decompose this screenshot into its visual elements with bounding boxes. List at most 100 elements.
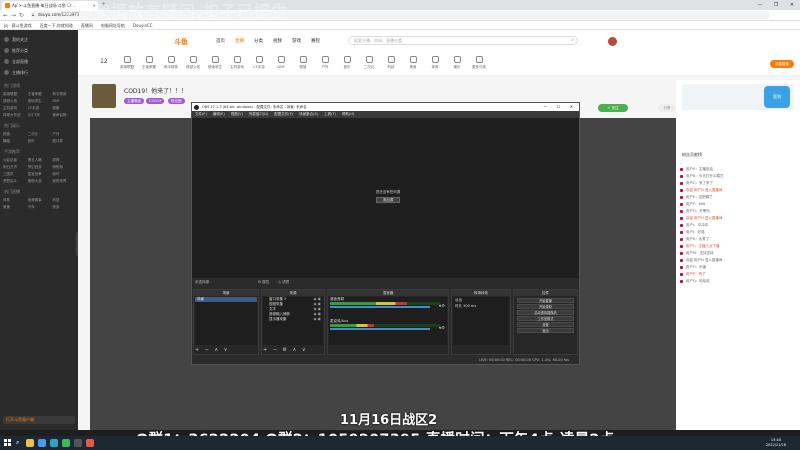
category-item[interactable]: 体育: [426, 56, 444, 70]
bookmark-item[interactable]: 百度一下,你就知道: [40, 21, 73, 29]
nav-link[interactable]: 游戏: [292, 38, 301, 44]
sidebar-item[interactable]: 主播排行: [0, 67, 78, 78]
maximize-button[interactable]: ❐: [768, 0, 784, 10]
rank-tab[interactable]: 粉丝贡献榜: [682, 152, 702, 158]
edge-icon[interactable]: [50, 439, 58, 447]
back-icon[interactable]: ←: [3, 11, 8, 20]
sidebar-category-link[interactable]: 二次元: [28, 131, 51, 137]
category-item[interactable]: 主机游戏: [228, 56, 246, 70]
category-item[interactable]: CF手游: [250, 56, 268, 70]
obs-menu-item[interactable]: 编辑(E): [213, 111, 225, 118]
obs-icon[interactable]: [74, 439, 82, 447]
speaker-icon[interactable]: 🔊︎⚙: [439, 325, 445, 330]
system-clock[interactable]: 15:40 2022/11/16: [766, 438, 786, 448]
virtual-camera-button[interactable]: 启动虚拟摄像机: [517, 310, 574, 315]
bookmark-item[interactable]: 直播间: [81, 21, 93, 29]
sidebar-category-link[interactable]: 使命召唤: [52, 112, 75, 118]
search-icon[interactable]: ⌕: [16, 439, 19, 447]
close-tab-icon[interactable]: ✕: [93, 1, 96, 10]
obs-menu-item[interactable]: 帮助(H): [342, 111, 354, 118]
nav-link[interactable]: 赛程: [311, 38, 320, 44]
category-item[interactable]: 颜值: [294, 56, 312, 70]
sidebar-item[interactable]: 推荐分类: [0, 45, 78, 56]
studio-mode-button[interactable]: 工作室模式: [517, 316, 574, 321]
browser-tab[interactable]: Ap'>-斗鱼直播-每日战场 斗鱼 Cr... ✕: [2, 1, 98, 10]
sidebar-category-link[interactable]: 舞蹈: [3, 138, 26, 144]
start-recording-button[interactable]: 开始录制: [517, 304, 574, 309]
sidebar-category-link[interactable]: 梦幻西游: [28, 164, 51, 170]
sidebar-category-link[interactable]: 第五人格: [28, 157, 51, 163]
sidebar-category-link[interactable]: QQ飞车: [28, 112, 51, 118]
sidebar-category-link[interactable]: 球球大作战: [3, 112, 26, 118]
wechat-icon[interactable]: [62, 439, 70, 447]
share-button[interactable]: 分享: [658, 104, 676, 112]
douyu-logo[interactable]: 斗鱼: [174, 37, 188, 47]
sidebar-category-link[interactable]: 阴阳师: [52, 164, 75, 170]
file-explorer-icon[interactable]: [26, 439, 34, 447]
sidebar-category-link[interactable]: 绝地求生: [28, 98, 51, 104]
reload-icon[interactable]: ↻: [19, 11, 24, 20]
sidebar-category-link[interactable]: 我的世界: [52, 178, 75, 184]
obs-menu-item[interactable]: 配置文件(P): [274, 111, 293, 118]
properties-button[interactable]: ⚙ 属性: [258, 278, 269, 287]
category-item[interactable]: 美食: [404, 56, 422, 70]
filters-button[interactable]: ◎ 滤镜: [278, 278, 289, 287]
new-tab-button[interactable]: +: [101, 1, 106, 8]
bookmark-item[interactable]: DouyinCC: [133, 21, 153, 29]
room-tag[interactable]: 粉丝团: [168, 98, 185, 104]
nav-link-active[interactable]: 直播: [235, 38, 244, 44]
category-item[interactable]: 娱乐: [448, 56, 466, 70]
obs-menu-item[interactable]: 视图(V): [231, 111, 243, 118]
sidebar-category-link[interactable]: 旅游: [52, 204, 75, 210]
room-tag[interactable]: COD19: [146, 98, 165, 104]
user-avatar[interactable]: [608, 37, 617, 46]
open-client-button[interactable]: 打开斗鱼客户端: [3, 416, 75, 424]
streamer-avatar[interactable]: [92, 84, 116, 108]
forward-icon[interactable]: →: [11, 11, 16, 20]
sidebar-category-link[interactable]: 颜值: [3, 131, 26, 137]
sidebar-category-link[interactable]: DNF: [52, 98, 75, 104]
douyu-search-input[interactable]: 搜索主播、房间、直播分类 ⌕: [348, 36, 578, 45]
category-item[interactable]: DNF: [272, 56, 290, 69]
category-item[interactable]: 英雄联盟: [118, 56, 136, 70]
sidebar-category-link[interactable]: 脱口秀: [52, 138, 75, 144]
category-item[interactable]: 科技: [382, 56, 400, 70]
obs-menu-item[interactable]: 场景集合(S): [299, 111, 318, 118]
follow-button[interactable]: + 关注: [598, 104, 628, 112]
sidebar-category-link[interactable]: 穿越火线: [3, 98, 26, 104]
speaker-icon[interactable]: 🔊︎⚙: [439, 303, 445, 308]
sidebar-category-link[interactable]: 植物大战: [28, 178, 51, 184]
volume-slider[interactable]: [330, 306, 430, 308]
start-live-button[interactable]: 我要直播: [770, 60, 794, 68]
sidebar-category-link[interactable]: 魔兽: [52, 105, 75, 111]
activity-banner[interactable]: 签到: [682, 84, 794, 110]
start-button[interactable]: [4, 439, 11, 446]
scenes-footer-buttons[interactable]: + − ∧ ∨: [195, 347, 229, 353]
exit-button[interactable]: 退出: [517, 328, 574, 333]
sidebar-category-link[interactable]: 音乐: [28, 138, 51, 144]
sidebar-item[interactable]: 我的关注: [0, 34, 78, 45]
search-icon[interactable]: ⌕: [571, 37, 574, 44]
obs-preview[interactable]: 您还没有任何源 添加源: [192, 118, 579, 278]
sidebar-category-link[interactable]: 汽车: [28, 204, 51, 210]
category-item[interactable]: 二次元: [360, 56, 378, 70]
checkin-badge[interactable]: 签到: [764, 86, 790, 108]
sidebar-category-link[interactable]: 和平精英: [52, 91, 75, 97]
category-item[interactable]: 音乐: [338, 56, 356, 70]
sidebar-category-link[interactable]: 皇室战争: [28, 171, 51, 177]
sidebar-category-link[interactable]: 荒野乱斗: [3, 178, 26, 184]
obs-menu-item[interactable]: 停靠窗口(D): [249, 111, 268, 118]
volume-slider[interactable]: [330, 328, 430, 330]
nav-link[interactable]: 视频: [273, 38, 282, 44]
source-item[interactable]: 显示器采集: [263, 317, 323, 322]
nav-link[interactable]: 分类: [254, 38, 263, 44]
chrome-icon[interactable]: [38, 439, 46, 447]
category-item[interactable]: 户外: [316, 56, 334, 70]
url-input[interactable]: 🔒︎ douyu.com/1223971: [30, 11, 770, 19]
sources-footer-buttons[interactable]: + − ⚙ ∧ ∨: [263, 347, 308, 353]
transition-duration[interactable]: 时长 300 ms: [453, 303, 509, 309]
obs-menu-item[interactable]: 文件(F): [195, 111, 207, 118]
sidebar-category-link[interactable]: 崩坏: [52, 171, 75, 177]
sidebar-category-link[interactable]: 明日方舟: [3, 164, 26, 170]
obs-menu-item[interactable]: 工具(T): [324, 111, 336, 118]
